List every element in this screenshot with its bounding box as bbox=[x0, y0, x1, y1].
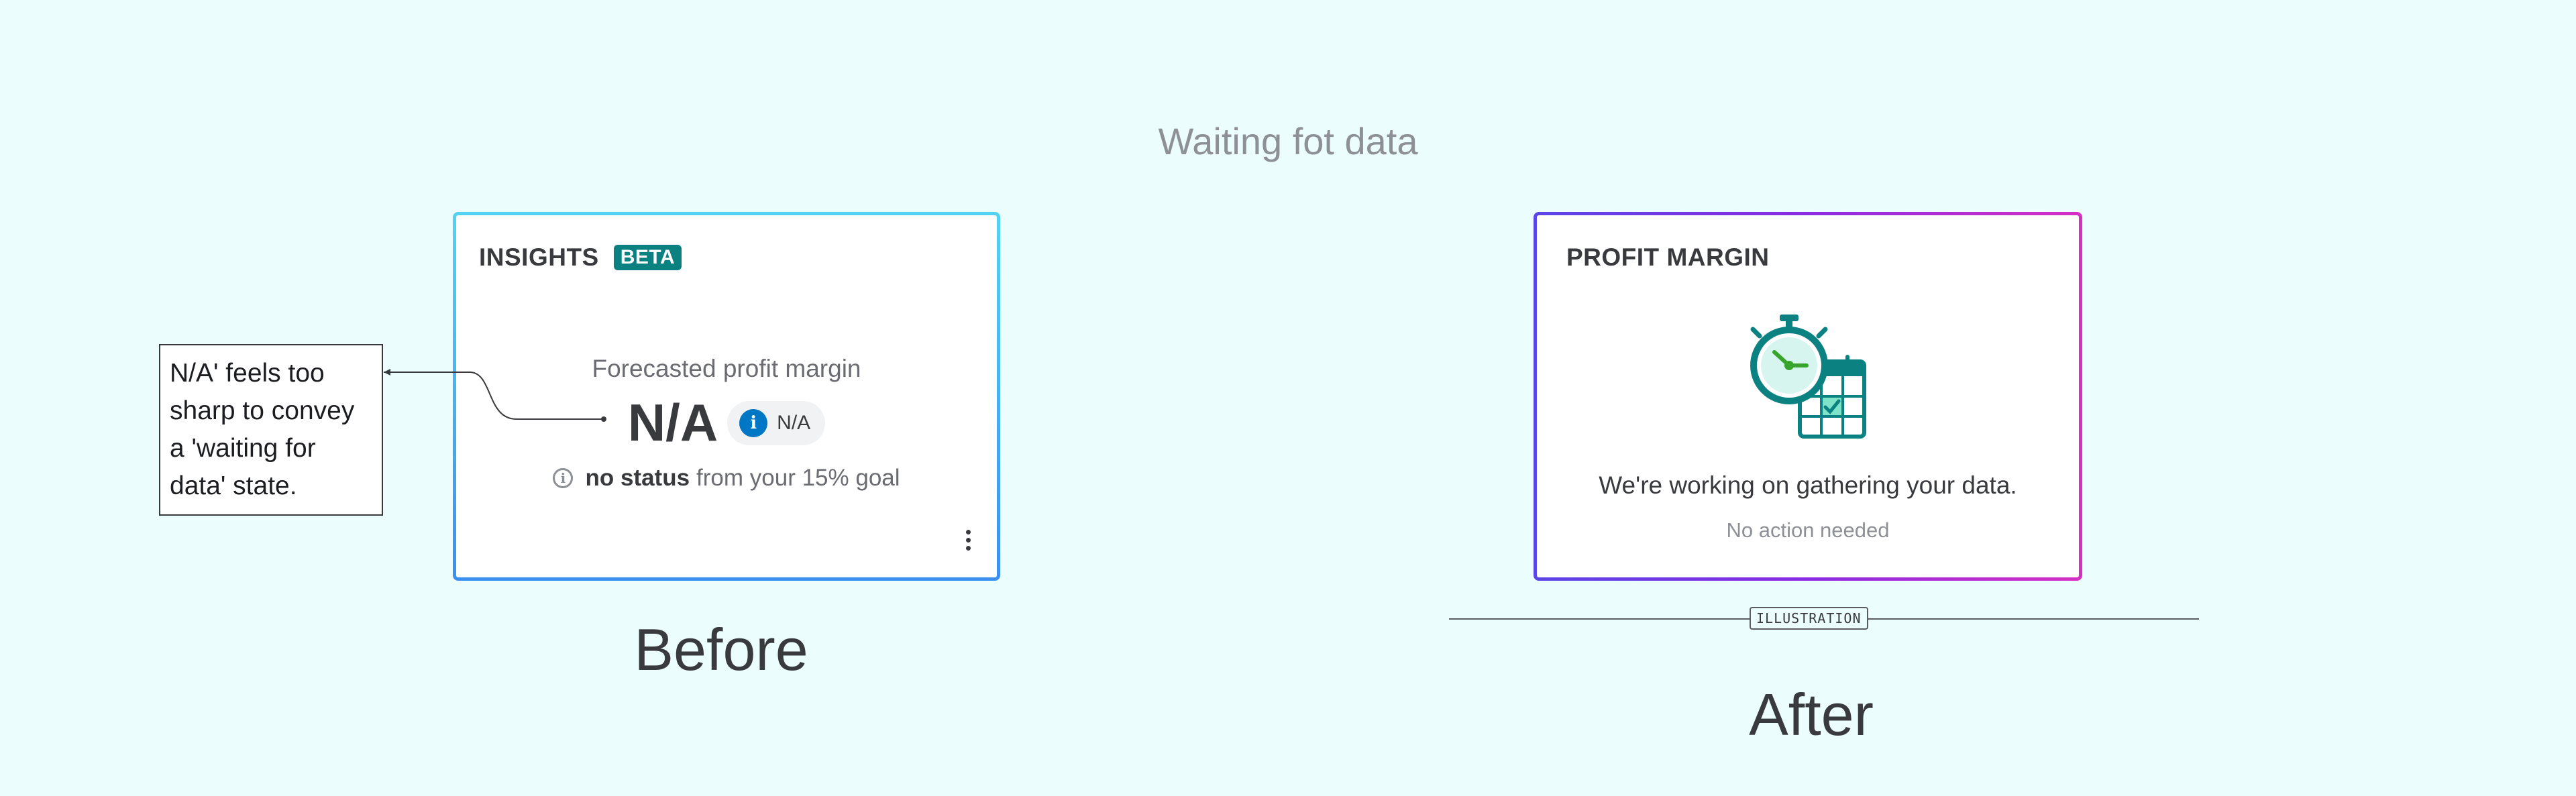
info-outline-icon[interactable]: i bbox=[553, 468, 574, 488]
page-title: Waiting fot data bbox=[1158, 120, 1418, 162]
annotation-connector bbox=[384, 369, 606, 422]
stopwatch-calendar-icon bbox=[1738, 309, 1872, 443]
status-pill-label: N/A bbox=[777, 411, 811, 434]
illustration-tag: ILLUSTRATION bbox=[1750, 607, 1868, 630]
forecast-value: N/A bbox=[627, 393, 718, 452]
status-rest: from your 15% goal bbox=[696, 465, 900, 491]
after-submessage: No action needed bbox=[1726, 518, 1890, 542]
card-header: INSIGHTS BETA bbox=[479, 243, 682, 272]
card-title-after: PROFIT MARGIN bbox=[1566, 243, 1770, 271]
caption-after: After bbox=[1749, 681, 1874, 748]
info-icon: i bbox=[739, 408, 768, 437]
card-title: INSIGHTS bbox=[479, 243, 599, 271]
after-message: We're working on gathering your data. bbox=[1599, 471, 2017, 499]
status-pill[interactable]: i N/A bbox=[727, 400, 826, 445]
goal-status-row: i no status from your 15% goal bbox=[456, 465, 997, 492]
kebab-menu-icon[interactable] bbox=[965, 530, 971, 551]
status-strong: no status bbox=[585, 465, 690, 491]
caption-before: Before bbox=[634, 616, 808, 683]
profit-margin-card-after: PROFIT MARGIN We're working on gathering… bbox=[1534, 212, 2082, 581]
beta-badge: BETA bbox=[613, 245, 682, 270]
annotation-note: N/A' feels too sharp to convey a 'waitin… bbox=[159, 344, 383, 516]
